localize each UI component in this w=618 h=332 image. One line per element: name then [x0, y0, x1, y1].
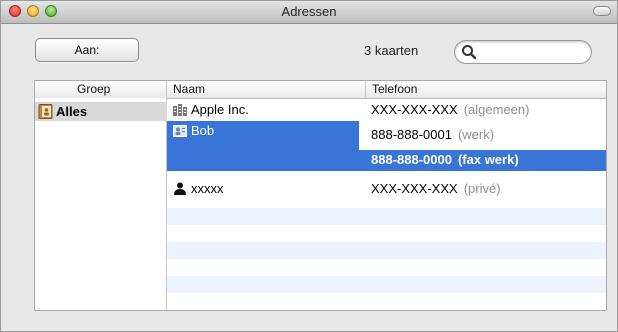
- group-list: Alles: [35, 98, 167, 310]
- row-stripe: [167, 310, 607, 311]
- contacts-table: Apple Inc. XXX-XXX-XXX (algemeen) Bob 88…: [167, 98, 607, 311]
- phone-value-selected: 888-888-0000 (fax werk): [371, 152, 519, 167]
- row-stripe: [167, 276, 606, 293]
- address-book-icon: [38, 104, 53, 119]
- company-icon: [173, 104, 187, 116]
- column-divider: [365, 81, 366, 98]
- phone-value: XXX-XXX-XXX (algemeen): [371, 102, 530, 117]
- search-input[interactable]: [454, 40, 592, 64]
- table-row-selected[interactable]: Bob 888-888-0001 (werk) 888-888-0000 (fax …: [167, 121, 606, 171]
- row-stripe: [167, 242, 606, 259]
- aan-button[interactable]: Aan:: [35, 38, 139, 62]
- contact-name: Apple Inc.: [173, 102, 249, 117]
- phone-value: XXX-XXX-XXX (privé): [371, 181, 501, 196]
- contact-name: Bob: [173, 123, 214, 138]
- card-count: 3 kaarten: [364, 43, 419, 58]
- row-stripe: [167, 208, 606, 225]
- search-icon: [462, 45, 477, 60]
- address-window: Adressen Aan: 3 kaarten Groep Naam Telef…: [0, 0, 618, 332]
- toolbar-toggle-button[interactable]: [593, 6, 611, 16]
- title-bar[interactable]: Adressen: [1, 1, 617, 24]
- contact-card-icon: [173, 125, 187, 137]
- group-item-label: Alles: [56, 104, 88, 119]
- table-row[interactable]: Apple Inc. XXX-XXX-XXX (algemeen): [167, 100, 606, 120]
- column-group-header[interactable]: Groep: [77, 82, 110, 96]
- contacts-panel: Groep Naam Telefoon Alles Apple Inc. XXX…: [34, 80, 607, 311]
- window-title: Adressen: [281, 4, 337, 19]
- column-name-header[interactable]: Naam: [173, 82, 205, 96]
- group-item-alles[interactable]: Alles: [35, 102, 167, 121]
- column-divider: [166, 81, 167, 98]
- person-icon: [174, 182, 186, 195]
- column-header: Groep Naam Telefoon: [35, 81, 606, 99]
- phone-value: 888-888-0001 (werk): [371, 127, 495, 142]
- contact-name: xxxxx: [173, 181, 224, 196]
- table-row[interactable]: xxxxx XXX-XXX-XXX (privé): [167, 179, 606, 199]
- column-phone-header[interactable]: Telefoon: [372, 82, 417, 96]
